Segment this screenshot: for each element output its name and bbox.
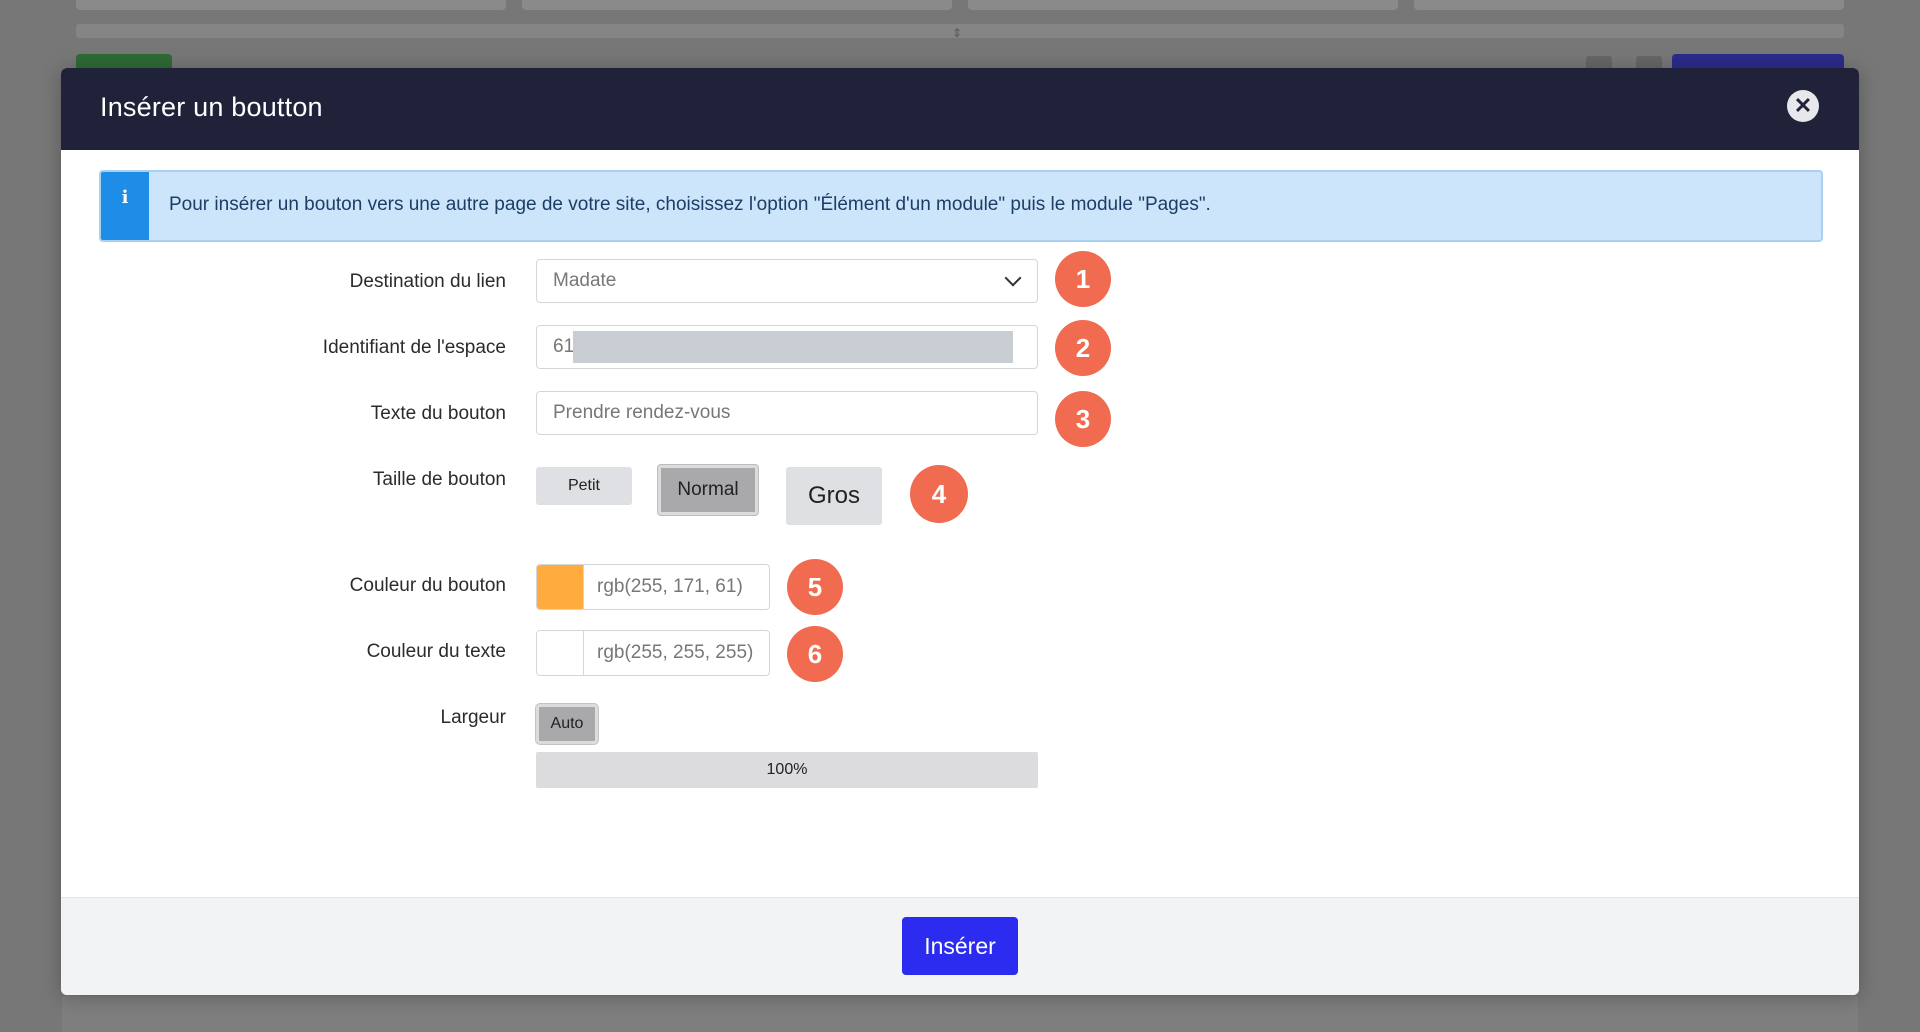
button-color-picker[interactable]: rgb(255, 171, 61) — [536, 564, 770, 610]
close-icon[interactable]: ✕ — [1787, 90, 1819, 122]
annotation-badge: 1 — [1055, 251, 1111, 307]
background-bottom — [62, 996, 1858, 1032]
annotation-badge: 5 — [787, 559, 843, 615]
background-panel — [522, 0, 952, 10]
insert-button-dialog: Insérer un boutton ✕ i Pour insérer un b… — [61, 68, 1859, 995]
button-text-label: Texte du bouton — [370, 403, 506, 424]
space-id-value: 61 — [553, 336, 575, 357]
background-panel — [968, 0, 1398, 10]
annotation-badge: 2 — [1055, 320, 1111, 376]
size-small-button[interactable]: Petit — [536, 467, 632, 505]
dialog-header: Insérer un boutton ✕ — [61, 68, 1859, 150]
annotation-badge: 6 — [787, 626, 843, 682]
text-color-swatch[interactable] — [537, 631, 584, 675]
destination-select[interactable]: Madate — [536, 259, 1038, 303]
size-large-button[interactable]: Gros — [786, 467, 882, 525]
width-auto-button[interactable]: Auto — [536, 704, 598, 744]
size-normal-button[interactable]: Normal — [658, 465, 758, 515]
button-text-placeholder: Prendre rendez-vous — [553, 402, 731, 423]
dialog-footer: Insérer — [61, 897, 1859, 995]
button-text-input[interactable]: Prendre rendez-vous — [536, 391, 1038, 435]
width-slider[interactable]: 100% — [536, 752, 1038, 788]
text-color-label: Couleur du texte — [366, 641, 506, 662]
chevron-down-icon — [1004, 269, 1022, 287]
size-label: Taille de bouton — [372, 469, 506, 490]
button-color-swatch[interactable] — [537, 565, 584, 609]
annotation-badge: 3 — [1055, 391, 1111, 447]
space-id-input[interactable]: 61 — [536, 325, 1038, 369]
text-color-picker[interactable]: rgb(255, 255, 255) — [536, 630, 770, 676]
insert-button[interactable]: Insérer — [902, 917, 1018, 975]
info-alert-text: Pour insérer un bouton vers une autre pa… — [169, 194, 1211, 215]
redacted-area — [573, 331, 1013, 363]
space-id-label: Identifiant de l'espace — [322, 337, 506, 358]
button-color-label: Couleur du bouton — [349, 575, 506, 596]
info-icon: i — [101, 172, 149, 240]
width-label: Largeur — [440, 707, 507, 728]
annotation-badge: 4 — [910, 465, 968, 523]
button-color-value: rgb(255, 171, 61) — [597, 576, 743, 597]
destination-label: Destination du lien — [349, 271, 506, 292]
text-color-value: rgb(255, 255, 255) — [597, 642, 754, 663]
destination-value: Madate — [553, 270, 617, 291]
info-alert: i Pour insérer un bouton vers une autre … — [99, 170, 1823, 242]
background-panel — [1414, 0, 1844, 10]
dialog-title: Insérer un boutton — [100, 92, 323, 122]
background-panel — [76, 0, 506, 10]
resize-handle-icon: ⇕ — [952, 26, 963, 40]
